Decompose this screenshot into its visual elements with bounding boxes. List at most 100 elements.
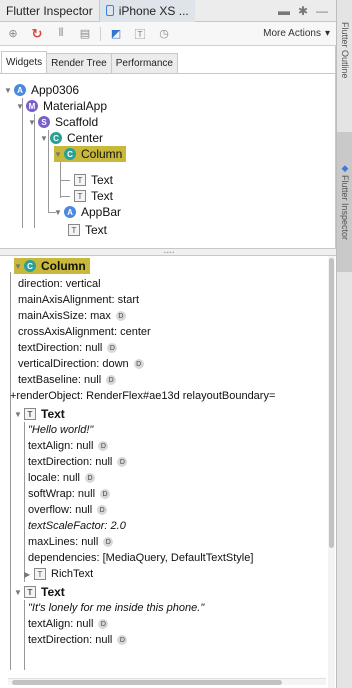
expand-arrow-icon[interactable]: ▼ [28,118,38,127]
comment-icon[interactable]: ▬ [278,4,290,18]
property-row[interactable]: mainAxisAlignment: start [18,292,139,308]
tree-node-center[interactable]: ▼ C Center [40,130,103,146]
property-row[interactable]: crossAxisAlignment: center [18,324,151,340]
tab-render-tree[interactable]: Render Tree [46,53,112,73]
property-row[interactable]: direction: vertical [18,276,101,292]
gear-icon[interactable]: ✱ [298,4,308,18]
inspector-toolbar: ⊕ ↻ ⦀ ▤ ◩ 🅃 ◷ More Actions ▾ [0,22,336,46]
scrollbar-thumb[interactable] [12,680,282,685]
scrollbar-thumb[interactable] [329,258,334,548]
details-header-column[interactable]: ▼ C Column [14,258,90,274]
tab-flutter-outline-label: Flutter Outline [340,22,350,79]
tree-node-appbar[interactable]: ▼ A AppBar [54,204,121,220]
tree-guide [24,422,25,582]
details-node-text[interactable]: ▼ T Text [14,584,65,600]
details-node-label: Text [41,585,65,599]
expand-arrow-icon[interactable]: ▼ [40,134,50,143]
property-row[interactable]: dependencies: [MediaQuery, DefaultTextSt… [28,550,253,566]
property-row[interactable]: textBaseline: null D [18,372,117,388]
property-row-render-object[interactable]: +renderObject: RenderFlex#ae13d relayout… [10,388,275,404]
property-row[interactable]: softWrap: null D [28,486,111,502]
property-row[interactable]: textDirection: null D [28,454,128,470]
pane-splitter[interactable]: ▪▪▪▪ [0,248,336,256]
slow-animation-icon[interactable]: ◷ [155,25,173,43]
property-row[interactable]: "It's lonely for me inside this phone." [28,600,204,616]
tab-device[interactable]: iPhone XS ... [99,0,195,22]
tab-flutter-outline[interactable]: Flutter Outline [337,20,352,120]
property-row[interactable]: verticalDirection: down D [18,356,144,372]
tree-node-materialapp[interactable]: ▼ M MaterialApp [16,98,107,114]
tree-guide [60,196,70,197]
horizontal-scrollbar[interactable] [8,678,326,685]
expand-arrow-icon[interactable]: ▼ [4,86,14,95]
default-value-icon: D [103,537,114,547]
baseline-icon[interactable]: 🅃 [131,25,149,43]
expand-arrow-icon[interactable]: ▼ [14,588,24,597]
default-value-icon: D [115,311,126,321]
tree-node-text[interactable]: T Text [74,188,113,204]
text-widget-icon: T [74,190,86,202]
tree-guide [22,98,23,228]
property-text: +renderObject: RenderFlex#ae13d relayout… [10,390,276,402]
property-row[interactable]: mainAxisSize: max D [18,308,126,324]
widget-tree: ▼ A App0306 ▼ M MaterialApp ▼ S Scaffold… [0,80,336,240]
property-row[interactable]: locale: null D [28,470,95,486]
toggle-platform-icon[interactable]: ⊕ [4,25,22,43]
default-value-icon: D [98,441,109,451]
tree-node-label: Center [67,131,104,145]
widget-badge-icon: C [50,132,62,144]
property-row[interactable]: textAlign: null D [28,616,109,632]
expand-arrow-icon[interactable]: ▼ [14,262,24,271]
details-node-label: RichText [51,568,94,580]
property-row[interactable]: maxLines: null D [28,534,114,550]
widget-badge-icon: M [26,100,38,112]
details-node-richtext[interactable]: ▶ T RichText [24,566,93,582]
property-text: textDirection: null [28,456,113,468]
tool-window-strip: Flutter Outline ◆ Flutter Inspector [336,0,352,688]
default-value-icon: D [133,359,144,369]
property-text: textBaseline: null [18,374,102,386]
title-bar: Flutter Inspector iPhone XS ... ▬ ✱ — [0,0,336,22]
toolbar-separator [100,26,101,41]
expand-arrow-icon[interactable]: ▼ [54,150,64,159]
vertical-scrollbar[interactable] [328,256,335,688]
property-row[interactable]: textDirection: null D [18,340,118,356]
expand-arrow-icon[interactable]: ▶ [24,570,34,579]
property-text: textAlign: null [28,618,94,630]
property-row[interactable]: textDirection: null D [28,632,128,648]
default-value-icon: D [117,635,128,645]
property-row[interactable]: textScaleFactor: 2.0 [28,518,126,534]
default-value-icon: D [98,619,109,629]
tab-performance[interactable]: Performance [110,53,178,73]
tab-widgets[interactable]: Widgets [1,51,48,73]
text-widget-icon: T [68,224,80,236]
tree-node-scaffold[interactable]: ▼ S Scaffold [28,114,98,130]
expand-arrow-icon[interactable]: ▼ [54,208,64,217]
tab-flutter-inspector[interactable]: Flutter Inspector [0,0,100,22]
property-row[interactable]: "Hello world!" [28,422,93,438]
expand-arrow-icon[interactable]: ▼ [14,410,24,419]
property-text: textDirection: null [28,634,113,646]
tab-flutter-inspector-label: Flutter Inspector [340,175,350,241]
tree-node-label: MaterialApp [43,99,108,113]
tree-node-app[interactable]: ▼ A App0306 [4,82,79,98]
more-actions-button[interactable]: More Actions ▾ [263,28,330,39]
expand-arrow-icon[interactable]: ▼ [16,102,26,111]
tree-node-label: Text [91,173,114,187]
minimize-icon[interactable]: — [316,4,328,18]
details-node-text[interactable]: ▼ T Text [14,406,65,422]
refresh-icon[interactable]: ↻ [28,25,46,43]
performance-overlay-icon[interactable]: ▤ [76,25,94,43]
tab-flutter-inspector-side[interactable]: ◆ Flutter Inspector [337,132,352,272]
property-row[interactable]: textAlign: null D [28,438,109,454]
tree-node-column-selected[interactable]: ▼ C Column [54,146,127,162]
details-node-label: Text [41,407,65,421]
tree-node-text[interactable]: T Text [74,172,113,188]
property-row[interactable]: overflow: null D [28,502,108,518]
property-text: softWrap: null [28,488,96,500]
select-widget-icon[interactable]: ◩ [107,25,125,43]
debug-paint-icon[interactable]: ⦀ [52,25,70,43]
tree-node-label: Column [81,147,123,161]
tree-node-text[interactable]: T Text [68,222,107,238]
property-text: textDirection: null [18,342,103,354]
